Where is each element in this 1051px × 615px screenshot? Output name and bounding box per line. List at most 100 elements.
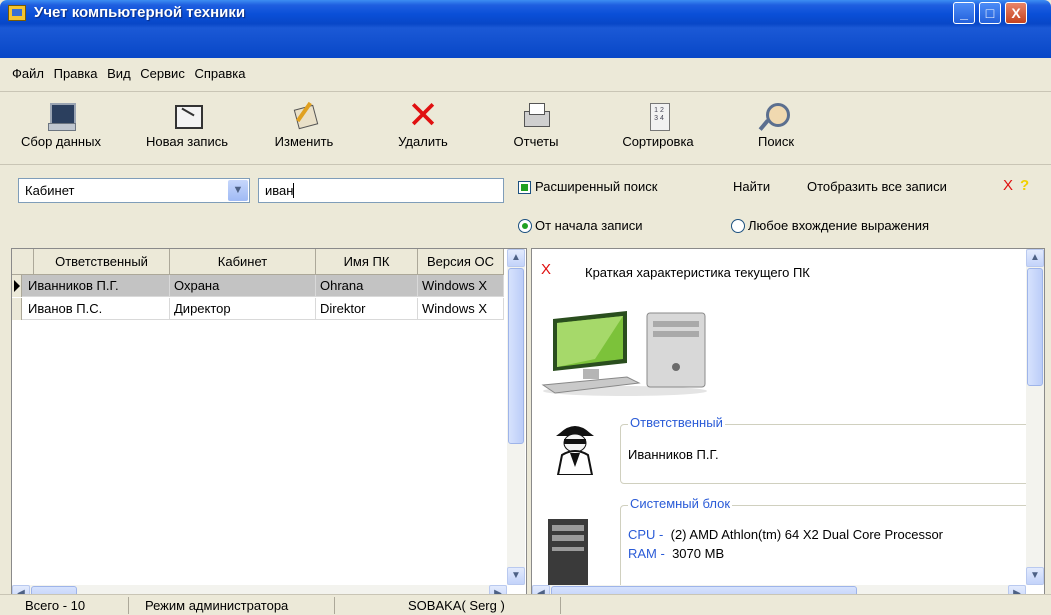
- title-bar: Учет компьютерной техники _ □ X: [0, 0, 1051, 28]
- column-responsible[interactable]: Ответственный: [34, 249, 170, 275]
- row-indicator: [12, 298, 22, 320]
- edit-label: Изменить: [274, 134, 334, 149]
- toolbar: Сбор данных Новая запись Изменить ✕ Удал…: [0, 93, 1051, 165]
- scroll-up-icon[interactable]: ▲: [507, 249, 525, 267]
- collect-data-button[interactable]: Сбор данных: [2, 101, 120, 149]
- status-bar: Всего - 10 Режим администратора SOBAKA( …: [0, 594, 1051, 615]
- total-count: Всего - 10: [25, 598, 86, 613]
- grid-header: Ответственный Кабинет Имя ПК Версия ОС: [12, 249, 504, 275]
- radio-any-occurrence[interactable]: [731, 219, 745, 233]
- find-link[interactable]: Найти: [733, 179, 770, 194]
- table-cell[interactable]: Директор: [170, 298, 316, 320]
- scroll-down-icon[interactable]: ▼: [507, 567, 525, 585]
- search-label: Поиск: [757, 134, 795, 149]
- delete-button[interactable]: ✕ Удалить: [386, 95, 460, 149]
- system-unit-caption: Системный блок: [628, 496, 733, 511]
- new-record-icon: [171, 101, 203, 131]
- search-field-select[interactable]: Кабинет ▼: [18, 178, 250, 203]
- chevron-down-icon[interactable]: ▼: [228, 180, 248, 201]
- grid-indicator-header: [12, 249, 34, 275]
- status-divider: [334, 597, 335, 614]
- sort-icon: [642, 101, 674, 131]
- maximize-button[interactable]: □: [979, 2, 1001, 24]
- show-all-link[interactable]: Отобразить все записи: [807, 179, 947, 194]
- cpu-label: CPU -: [628, 527, 664, 542]
- close-details-icon[interactable]: X: [541, 261, 551, 278]
- reports-label: Отчеты: [513, 134, 559, 149]
- menu-edit[interactable]: Правка: [54, 58, 98, 81]
- ram-label: RAM -: [628, 546, 665, 561]
- edit-button[interactable]: Изменить: [262, 101, 346, 149]
- cpu-value: (2) AMD Athlon(tm) 64 X2 Dual Core Proce…: [670, 527, 944, 542]
- radio-any-occurrence-label[interactable]: Любое вхождение выражения: [748, 218, 929, 233]
- scroll-down-icon[interactable]: ▼: [1026, 567, 1044, 585]
- computer-icon: [45, 101, 77, 131]
- new-record-label: Новая запись: [145, 134, 229, 149]
- search-icon: [760, 101, 792, 131]
- cpu-info: CPU - (2) AMD Athlon(tm) 64 X2 Dual Core…: [628, 527, 943, 542]
- search-button[interactable]: Поиск: [748, 101, 804, 149]
- ram-value: 3070 MB: [672, 546, 725, 561]
- column-pc-name[interactable]: Имя ПК: [316, 249, 418, 275]
- close-window-button[interactable]: X: [1005, 2, 1027, 24]
- table-cell[interactable]: Windows X: [418, 298, 504, 320]
- edit-icon: [288, 101, 320, 131]
- table-cell[interactable]: Охрана: [170, 275, 316, 297]
- new-record-button[interactable]: Новая запись: [132, 101, 242, 149]
- table-cell[interactable]: Иванников П.Г.: [24, 275, 170, 297]
- details-title: Краткая характеристика текущего ПК: [585, 265, 810, 280]
- table-row[interactable]: Иванов П.С. Директор Direktor Windows X: [12, 298, 504, 320]
- column-os-version[interactable]: Версия ОС: [418, 249, 504, 275]
- responsible-person-icon: [556, 426, 594, 475]
- search-query: иван: [265, 183, 295, 198]
- responsible-value: Иванников П.Г.: [628, 447, 719, 462]
- current-user: SOBAKA( Serg ): [408, 598, 505, 613]
- search-input[interactable]: иван: [258, 178, 504, 203]
- details-vertical-scrollbar[interactable]: ▲ ▼: [1026, 249, 1044, 585]
- printer-icon: [520, 101, 552, 131]
- advanced-search-checkbox[interactable]: [518, 181, 531, 194]
- ram-info: RAM - 3070 MB: [628, 546, 724, 561]
- menu-file[interactable]: Файл: [12, 58, 44, 81]
- help-icon[interactable]: ?: [1020, 177, 1029, 194]
- grid-vertical-scrollbar[interactable]: ▲ ▼: [507, 249, 525, 585]
- sort-label: Сортировка: [622, 134, 694, 149]
- advanced-search-label[interactable]: Расширенный поиск: [535, 179, 657, 194]
- table-cell[interactable]: Ohrana: [316, 275, 418, 297]
- table-row[interactable]: Иванников П.Г. Охрана Ohrana Windows X: [12, 275, 504, 297]
- search-query-text: иван: [265, 183, 294, 198]
- radio-from-start-label[interactable]: От начала записи: [535, 218, 643, 233]
- table-cell[interactable]: Иванов П.С.: [24, 298, 170, 320]
- menu-help[interactable]: Справка: [194, 58, 245, 81]
- radio-from-start[interactable]: [518, 219, 532, 233]
- responsible-caption: Ответственный: [628, 415, 725, 430]
- column-cabinet[interactable]: Кабинет: [170, 249, 316, 275]
- sort-button[interactable]: Сортировка: [610, 101, 706, 149]
- search-field-value: Кабинет: [25, 183, 75, 198]
- window-title: Учет компьютерной техники: [34, 4, 246, 21]
- reports-button[interactable]: Отчеты: [505, 101, 567, 149]
- scroll-thumb[interactable]: [508, 268, 524, 444]
- current-row-indicator: [12, 275, 22, 297]
- app-icon: [8, 5, 26, 21]
- text-caret: [293, 183, 295, 198]
- minimize-button[interactable]: _: [953, 2, 975, 24]
- menu-bar: Файл Правка Вид Сервис Справка: [0, 58, 1051, 92]
- table-cell[interactable]: Direktor: [316, 298, 418, 320]
- clear-search-icon[interactable]: X: [1003, 177, 1013, 194]
- status-divider: [128, 597, 129, 614]
- records-grid: Ответственный Кабинет Имя ПК Версия ОС И…: [11, 248, 527, 604]
- title-spacer: [0, 28, 1051, 58]
- computer-image: [541, 311, 707, 396]
- scroll-thumb[interactable]: [1027, 268, 1043, 386]
- details-panel: X Краткая характеристика текущего ПК Отв…: [531, 248, 1045, 604]
- status-divider: [560, 597, 561, 614]
- menu-service[interactable]: Сервис: [140, 58, 185, 81]
- collect-data-label: Сбор данных: [21, 134, 101, 149]
- access-mode: Режим администратора: [145, 598, 289, 613]
- scroll-up-icon[interactable]: ▲: [1026, 249, 1044, 267]
- delete-icon: ✕: [407, 95, 439, 137]
- search-panel: Кабинет ▼ иван Расширенный поиск Найти О…: [0, 167, 1051, 243]
- table-cell[interactable]: Windows X: [418, 275, 504, 297]
- menu-view[interactable]: Вид: [107, 58, 131, 81]
